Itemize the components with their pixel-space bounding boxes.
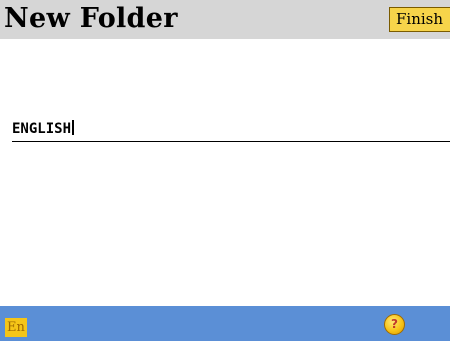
finish-button[interactable]: Finish — [389, 7, 450, 32]
content-area: ENGLISH — [0, 39, 450, 306]
folder-name-text: ENGLISH — [12, 121, 72, 137]
input-language-indicator[interactable]: En — [5, 318, 27, 337]
folder-name-input[interactable]: ENGLISH — [12, 120, 75, 138]
folder-name-field[interactable]: ENGLISH — [12, 117, 450, 142]
status-bar: En ? — [0, 306, 450, 341]
title-bar: New Folder Finish — [0, 0, 450, 39]
page-title: New Folder — [4, 3, 178, 34]
help-icon[interactable]: ? — [384, 314, 405, 335]
text-caret — [72, 120, 75, 135]
